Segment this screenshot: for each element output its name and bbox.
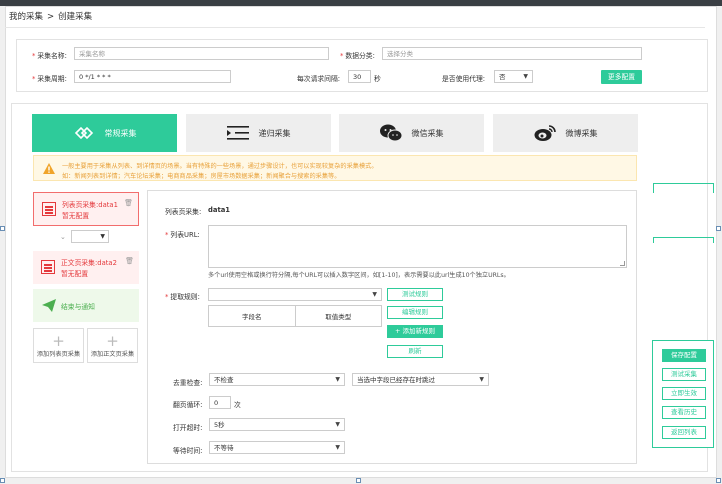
step-status: 暂无配置	[61, 270, 89, 278]
test-rule-button[interactable]: 测试规则	[387, 288, 443, 301]
name-input[interactable]: 采集名称	[74, 47, 329, 60]
plus-icon: +	[106, 332, 119, 350]
chevron-down-icon: ▼	[335, 376, 340, 383]
chevron-down-icon: ▼	[335, 421, 340, 428]
category-select[interactable]: 选择分类	[382, 47, 642, 60]
name-label: * 采集名称:	[32, 52, 67, 60]
step-finish[interactable]: 结束与通知	[33, 289, 139, 322]
plus-icon: +	[52, 332, 65, 350]
resize-handle-bottom-right[interactable]	[716, 478, 721, 483]
interval-input[interactable]: 30	[348, 70, 371, 83]
notice-line-1: 一般主要用于采集从列表、到详情页的场景。当有特殊的一些场景，通过步骤设计，也可以…	[62, 163, 378, 170]
wait-label: 等待时间:	[173, 447, 203, 455]
wechat-icon	[379, 124, 402, 142]
step-list-page[interactable]: 列表页采集:data1 暂无配置 🗑	[33, 192, 139, 226]
resize-grip[interactable]	[620, 261, 625, 266]
resize-handle-bottom-left[interactable]	[0, 478, 5, 483]
add-list-step-button[interactable]: + 添加列表页采集	[33, 328, 84, 363]
trash-icon[interactable]: 🗑	[124, 199, 133, 207]
tab-wechat-label: 微信采集	[411, 128, 444, 138]
step-link-select[interactable]: ▼	[71, 230, 109, 243]
view-history-button[interactable]: 查看历史	[662, 406, 706, 419]
tab-weibo-label: 微博采集	[565, 128, 598, 138]
loop-input[interactable]: 0	[209, 396, 231, 409]
tab-recursive[interactable]: 递归采集	[186, 114, 331, 152]
network-icon	[74, 126, 93, 140]
document-icon	[41, 260, 55, 274]
test-collect-button[interactable]: 测试采集	[662, 368, 706, 381]
url-textarea[interactable]	[208, 225, 627, 268]
indent-list-icon	[226, 126, 249, 140]
back-to-list-button[interactable]: 返回列表	[662, 426, 706, 439]
rule-label: * 提取规则:	[165, 293, 200, 301]
loop-unit: 次	[234, 401, 241, 409]
refresh-button[interactable]: 刷新	[387, 345, 443, 358]
notice-banner: 一般主要用于采集从列表、到详情页的场景。当有特殊的一些场景，通过步骤设计，也可以…	[33, 155, 637, 181]
breadcrumb-separator: >	[47, 12, 55, 22]
save-config-button[interactable]: 保存配置	[662, 349, 706, 362]
timeout-label: 打开超时:	[173, 424, 203, 432]
tab-recursive-label: 递归采集	[258, 128, 291, 138]
dedup-label: 去重检查:	[173, 379, 203, 387]
proxy-select[interactable]: 否 ▼	[494, 70, 533, 83]
side-frame-top	[653, 183, 714, 193]
loop-label: 翻页循环:	[173, 401, 203, 409]
interval-unit: 秒	[374, 75, 381, 83]
category-label: * 数据分类:	[340, 52, 375, 60]
chevron-down-icon: ▼	[372, 291, 377, 298]
send-icon	[42, 299, 56, 312]
tab-regular[interactable]: 常规采集	[32, 114, 177, 152]
step-status: 暂无配置	[62, 212, 90, 220]
breadcrumb-root[interactable]: 我的采集	[9, 12, 43, 22]
notice-line-2: 如：新闻列表到详情；汽车论坛采集；电商商品采集；房屋市场数据采集；新闻聚合与搜索…	[62, 173, 341, 180]
url-label: * 列表URL:	[165, 231, 200, 239]
apply-now-button[interactable]: 立即生效	[662, 387, 706, 400]
cycle-label: * 采集周期:	[32, 75, 67, 83]
trash-icon[interactable]: 🗑	[125, 257, 134, 265]
resize-handle-left[interactable]	[0, 226, 5, 231]
chevron-down-icon: ▼	[335, 444, 340, 451]
edit-rule-button[interactable]: 编辑规则	[387, 306, 443, 319]
table-header-type: 取值类型	[294, 306, 382, 326]
tab-weibo[interactable]: 微博采集	[493, 114, 638, 152]
chevron-down-icon: ▼	[479, 376, 484, 383]
cycle-input[interactable]: 0 */1 * * *	[74, 70, 231, 83]
dedup-select[interactable]: 不检查 ▼	[209, 373, 345, 386]
add-rule-button[interactable]: + 添加新规则	[387, 325, 443, 338]
resize-handle-bottom[interactable]	[356, 478, 361, 483]
side-frame-middle	[653, 237, 714, 243]
form-title-label: 列表页采集:	[165, 208, 202, 216]
form-title-value: data1	[208, 206, 231, 214]
more-config-button[interactable]: 更多配置	[601, 70, 642, 84]
step-name: 列表页采集:data1	[62, 201, 118, 209]
double-chevron-down-icon: ⌄	[60, 233, 66, 241]
proxy-label: 是否使用代理:	[442, 75, 486, 83]
weibo-icon	[534, 125, 556, 141]
document-icon	[42, 202, 56, 216]
step-content-page[interactable]: 正文页采集:data2 暂无配置 🗑	[33, 251, 139, 284]
url-hint: 多个url使用空格或换行符分隔,每个URL可以插入数字区间，如[1-10]，表示…	[208, 272, 510, 279]
rule-select[interactable]: ▼	[208, 288, 382, 301]
step-name: 正文页采集:data2	[61, 259, 117, 267]
warning-icon	[43, 163, 55, 174]
interval-label: 每次请求间隔:	[297, 75, 341, 83]
chevron-down-icon: ▼	[100, 233, 105, 240]
add-content-step-button[interactable]: + 添加正文页采集	[87, 328, 138, 363]
resize-handle-right[interactable]	[716, 226, 721, 231]
table-header-field: 字段名	[242, 313, 262, 321]
rule-fields-table: 字段名 取值类型	[208, 305, 382, 327]
dedup-mode-select[interactable]: 当选中字段已经存在时跳过 ▼	[352, 373, 489, 386]
step-name: 结束与通知	[61, 303, 95, 311]
breadcrumb: 我的采集 > 创建采集	[9, 10, 92, 22]
breadcrumb-current: 创建采集	[58, 12, 93, 22]
chevron-down-icon: ▼	[523, 73, 528, 80]
tab-regular-label: 常规采集	[104, 128, 137, 138]
breadcrumb-divider	[5, 27, 705, 28]
wait-select[interactable]: 不等待 ▼	[209, 441, 345, 454]
timeout-select[interactable]: 5秒 ▼	[209, 418, 345, 431]
action-panel: 保存配置 测试采集 立即生效 查看历史 返回列表	[652, 340, 714, 448]
tab-wechat[interactable]: 微信采集	[339, 114, 484, 152]
